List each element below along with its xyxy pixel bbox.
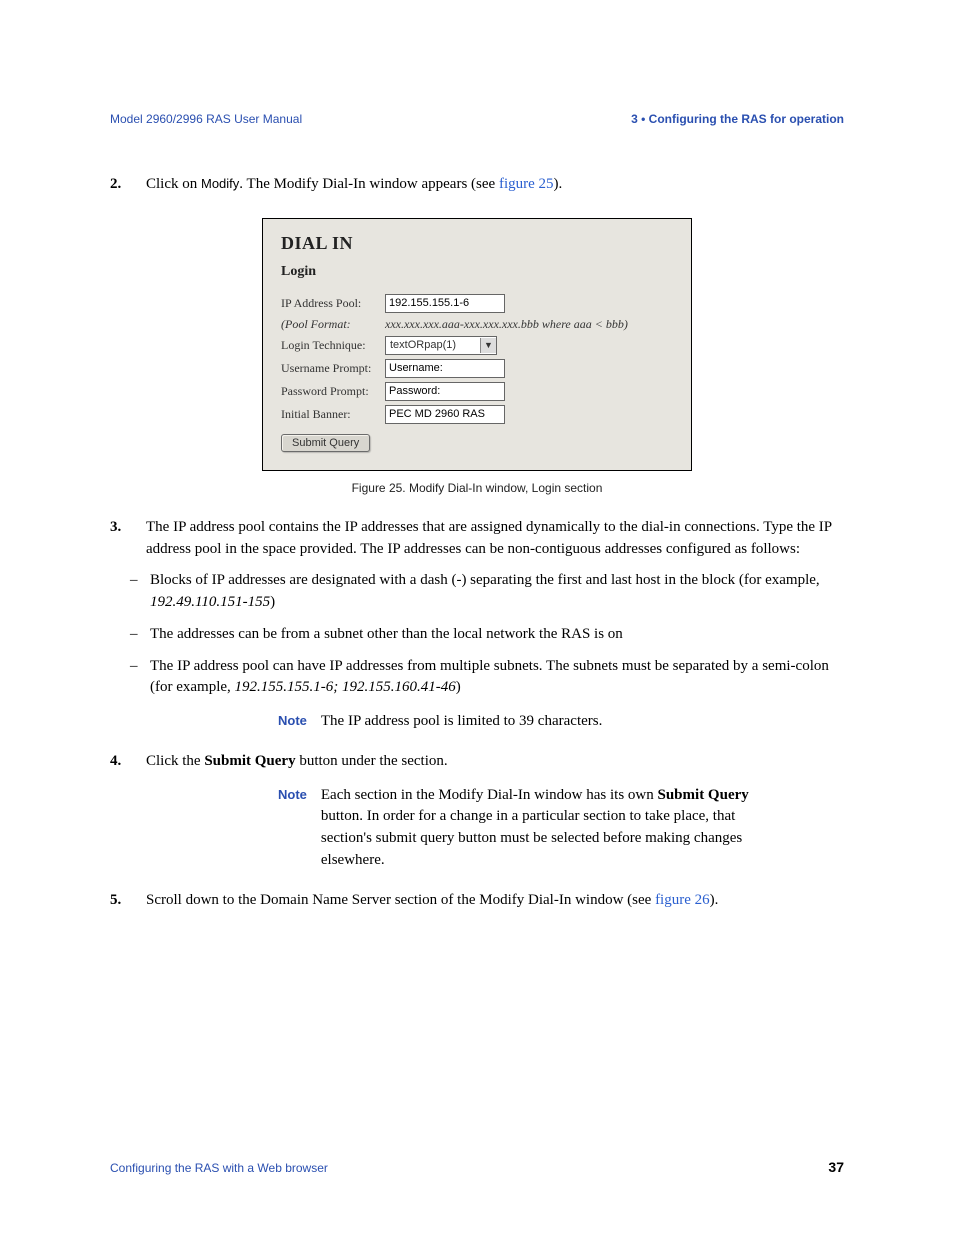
text: Blocks of IP addresses are designated wi… (150, 572, 820, 588)
ip-pool-input[interactable] (385, 294, 505, 313)
login-technique-select[interactable]: textORpap(1) ▼ (385, 336, 497, 355)
modify-label: Modify (201, 176, 239, 191)
note-body: The IP address pool is limited to 39 cha… (321, 711, 602, 733)
dash-icon: – (130, 624, 142, 646)
username-prompt-input[interactable] (385, 359, 505, 378)
page-number: 37 (828, 1159, 844, 1175)
ip-pool-label: IP Address Pool: (281, 296, 385, 311)
text: ). (710, 892, 719, 908)
password-prompt-label: Password Prompt: (281, 384, 385, 399)
username-prompt-label: Username Prompt: (281, 361, 385, 376)
note-2: Note Each section in the Modify Dial-In … (278, 785, 844, 872)
step-number: 3. (110, 517, 130, 561)
text: ). (554, 176, 563, 192)
step-body: Click on Modify. The Modify Dial-In wind… (146, 174, 844, 196)
text: Each section in the Modify Dial-In windo… (321, 787, 658, 803)
login-subtitle: Login (281, 264, 673, 280)
submit-query-bold: Submit Query (204, 753, 295, 769)
header-right: 3 • Configuring the RAS for operation (631, 112, 844, 126)
step-5: 5. Scroll down to the Domain Name Server… (110, 890, 844, 912)
example: 192.155.155.1-6; 192.155.160.41-46 (235, 679, 456, 695)
page-header: Model 2960/2996 RAS User Manual 3 • Conf… (110, 112, 844, 126)
dialin-title: DIAL IN (281, 233, 673, 254)
step-3-sublist: – Blocks of IP addresses are designated … (130, 570, 844, 699)
row-username-prompt: Username Prompt: (281, 359, 673, 378)
login-technique-label: Login Technique: (281, 338, 385, 353)
note-label: Note (278, 785, 307, 872)
figure-25-caption: Figure 25. Modify Dial-In window, Login … (110, 481, 844, 495)
page-footer: Configuring the RAS with a Web browser 3… (110, 1159, 844, 1175)
row-ip-pool: IP Address Pool: (281, 294, 673, 313)
dash-icon: – (130, 570, 142, 614)
example: 192.49.110.151-155 (150, 594, 270, 610)
step-body: Scroll down to the Domain Name Server se… (146, 890, 844, 912)
pool-format-value: xxx.xxx.xxx.aaa-xxx.xxx.xxx.bbb where aa… (385, 317, 628, 332)
row-login-technique: Login Technique: textORpap(1) ▼ (281, 336, 673, 355)
text: button under the section. (296, 753, 448, 769)
text: Scroll down to the Domain Name Server se… (146, 892, 655, 908)
text: Click the (146, 753, 204, 769)
step-number: 4. (110, 751, 130, 773)
dash-icon: – (130, 656, 142, 700)
text: button. In order for a change in a parti… (321, 808, 742, 868)
text: The IP address pool can have IP addresse… (150, 656, 844, 700)
step-4: 4. Click the Submit Query button under t… (110, 751, 844, 773)
note-1: Note The IP address pool is limited to 3… (278, 711, 844, 733)
step-3: 3. The IP address pool contains the IP a… (110, 517, 844, 561)
step-2: 2. Click on Modify. The Modify Dial-In w… (110, 174, 844, 196)
note-label: Note (278, 711, 307, 733)
initial-banner-label: Initial Banner: (281, 407, 385, 422)
text: Blocks of IP addresses are designated wi… (150, 570, 844, 614)
text: The addresses can be from a subnet other… (150, 624, 623, 646)
row-password-prompt: Password Prompt: (281, 382, 673, 401)
step-number: 2. (110, 174, 130, 196)
list-item: – The addresses can be from a subnet oth… (130, 624, 844, 646)
header-left: Model 2960/2996 RAS User Manual (110, 112, 302, 126)
figure-25: DIAL IN Login IP Address Pool: (Pool For… (110, 218, 844, 471)
login-technique-value: textORpap(1) (386, 338, 480, 352)
chevron-down-icon: ▼ (480, 338, 496, 353)
initial-banner-input[interactable] (385, 405, 505, 424)
list-item: – Blocks of IP addresses are designated … (130, 570, 844, 614)
text: . The Modify Dial-In window appears (see (239, 176, 499, 192)
figure-26-link[interactable]: figure 26 (655, 892, 710, 908)
row-initial-banner: Initial Banner: (281, 405, 673, 424)
footer-left: Configuring the RAS with a Web browser (110, 1161, 328, 1175)
figure-25-link[interactable]: figure 25 (499, 176, 554, 192)
text: Click on (146, 176, 201, 192)
dialin-window: DIAL IN Login IP Address Pool: (Pool For… (262, 218, 692, 471)
step-number: 5. (110, 890, 130, 912)
text: ) (270, 594, 275, 610)
submit-query-button[interactable]: Submit Query (281, 434, 370, 452)
row-pool-format: (Pool Format: xxx.xxx.xxx.aaa-xxx.xxx.xx… (281, 317, 673, 332)
pool-format-label: (Pool Format: (281, 317, 385, 332)
step-body: Click the Submit Query button under the … (146, 751, 844, 773)
password-prompt-input[interactable] (385, 382, 505, 401)
submit-query-bold: Submit Query (658, 787, 749, 803)
text: ) (456, 679, 461, 695)
list-item: – The IP address pool can have IP addres… (130, 656, 844, 700)
page: Model 2960/2996 RAS User Manual 3 • Conf… (0, 0, 954, 1235)
note-body: Each section in the Modify Dial-In windo… (321, 785, 761, 872)
step-body: The IP address pool contains the IP addr… (146, 517, 844, 561)
